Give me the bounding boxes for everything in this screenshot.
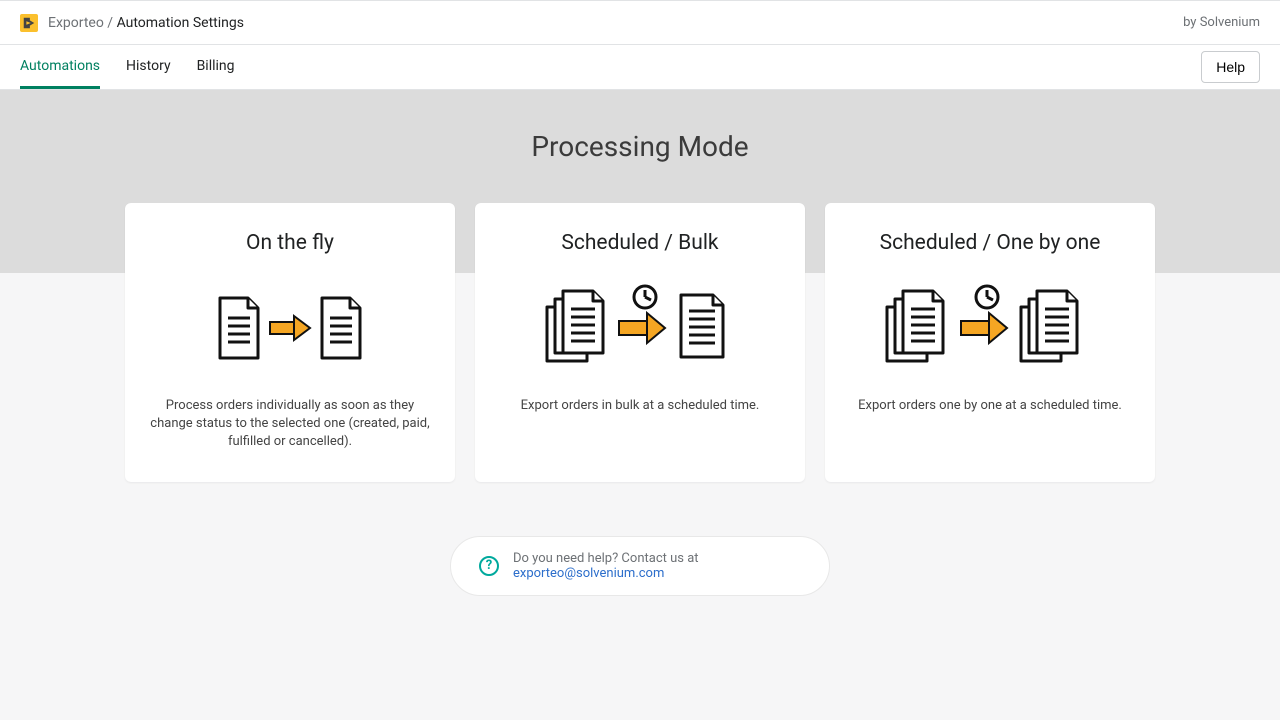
navbar: Automations History Billing Help (0, 45, 1280, 90)
docs-clock-arrow-doc-icon (497, 283, 783, 373)
card-description: Process orders individually as soon as t… (147, 397, 433, 452)
card-title: Scheduled / One by one (847, 231, 1133, 255)
card-description: Export orders in bulk at a scheduled tim… (497, 397, 783, 415)
app-logo-icon (20, 14, 38, 32)
app-name[interactable]: Exporteo (48, 15, 104, 31)
tab-automations[interactable]: Automations (20, 46, 100, 89)
help-pill: ? Do you need help? Contact us at export… (450, 536, 830, 596)
help-text: Do you need help? Contact us at exporteo… (513, 551, 801, 581)
breadcrumb-text: Exporteo / Automation Settings (48, 15, 244, 31)
mode-cards: On the fly Process orders individually a… (0, 203, 1280, 482)
tab-history[interactable]: History (126, 46, 171, 89)
help-button[interactable]: Help (1201, 51, 1260, 83)
tab-billing[interactable]: Billing (197, 46, 235, 89)
card-on-the-fly[interactable]: On the fly Process orders individually a… (125, 203, 455, 482)
card-scheduled-bulk[interactable]: Scheduled / Bulk Export orders in bulk a… (475, 203, 805, 482)
help-circle-icon: ? (479, 556, 499, 576)
card-description: Export orders one by one at a scheduled … (847, 397, 1133, 415)
vendor-label: by Solvenium (1183, 15, 1260, 30)
tabs: Automations History Billing (20, 46, 235, 89)
doc-arrow-doc-icon (147, 283, 433, 373)
page-title: Automation Settings (117, 15, 244, 31)
help-email-link[interactable]: exporteo@solvenium.com (513, 566, 664, 581)
card-title: On the fly (147, 231, 433, 255)
breadcrumb: Exporteo / Automation Settings (20, 14, 244, 32)
docs-clock-arrow-docs-icon (847, 283, 1133, 373)
topbar: Exporteo / Automation Settings by Solven… (0, 0, 1280, 45)
card-scheduled-one-by-one[interactable]: Scheduled / One by one Export (825, 203, 1155, 482)
hero-title: Processing Mode (0, 130, 1280, 163)
card-title: Scheduled / Bulk (497, 231, 783, 255)
